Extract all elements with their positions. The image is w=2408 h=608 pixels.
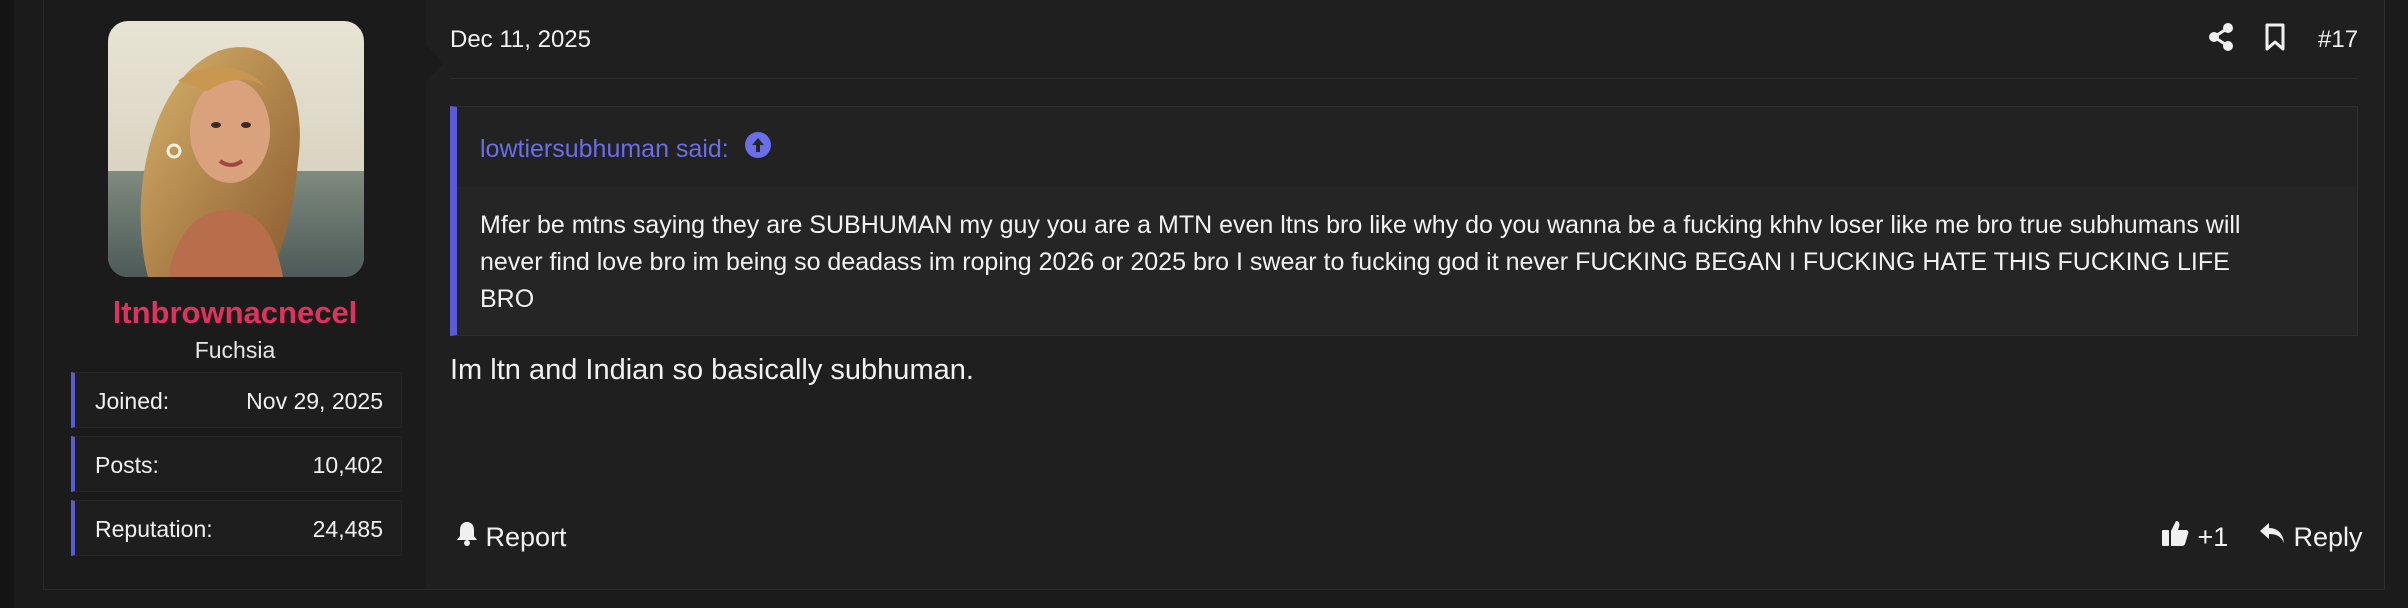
- thumbs-up-icon: [2160, 518, 2190, 555]
- quote-body: Mfer be mtns saying they are SUBHUMAN my…: [480, 207, 2320, 318]
- quote-line: never find love bro im being so deadass …: [480, 248, 2230, 276]
- quote-header: lowtiersubhuman said:: [457, 107, 2357, 187]
- stat-posts: Posts: 10,402: [71, 436, 402, 492]
- user-panel-arrow: [426, 45, 444, 81]
- left-edge-strip: [0, 0, 14, 608]
- arrow-up-circle-icon[interactable]: [744, 131, 772, 166]
- quote-block: lowtiersubhuman said: Mfer be mtns sayin…: [450, 106, 2358, 336]
- share-icon[interactable]: [2207, 22, 2235, 57]
- report-button[interactable]: Report: [456, 522, 567, 553]
- post-date[interactable]: Dec 11, 2025: [450, 26, 591, 54]
- bookmark-icon[interactable]: [2264, 22, 2286, 57]
- header-divider: [450, 78, 2358, 79]
- quote-author[interactable]: lowtiersubhuman said:: [480, 135, 729, 163]
- reply-button[interactable]: Reply: [2258, 522, 2363, 553]
- quote-line: BRO: [480, 285, 535, 313]
- username[interactable]: ltnbrownacnecel: [44, 295, 426, 331]
- user-title: Fuchsia: [194, 337, 276, 363]
- stat-value: 10,402: [312, 452, 383, 478]
- report-label[interactable]: Report: [486, 522, 567, 552]
- quote-line: Mfer be mtns saying they are SUBHUMAN my…: [480, 211, 2241, 239]
- post-message: Im ltn and Indian so basically subhuman.: [450, 354, 974, 386]
- stat-joined: Joined: Nov 29, 2025: [71, 372, 402, 428]
- like-button[interactable]: +1: [2160, 520, 2229, 555]
- like-count[interactable]: +1: [2198, 522, 2229, 552]
- bell-icon: [456, 520, 478, 553]
- stat-value: Nov 29, 2025: [246, 388, 383, 414]
- avatar[interactable]: [108, 21, 364, 277]
- post-number[interactable]: #17: [2318, 26, 2358, 54]
- stat-reputation: Reputation: 24,485: [71, 500, 402, 556]
- reply-arrow-icon: [2258, 520, 2286, 553]
- stat-value: 24,485: [312, 516, 383, 542]
- stat-label: Joined:: [95, 388, 170, 414]
- stat-label: Posts:: [95, 452, 159, 478]
- user-info-panel: ltnbrownacnecel Fuchsia Joined: Nov 29, …: [44, 0, 426, 589]
- quote-author-link[interactable]: lowtiersubhuman said:: [480, 132, 772, 166]
- stat-label: Reputation:: [95, 516, 213, 542]
- reply-label[interactable]: Reply: [2294, 522, 2363, 552]
